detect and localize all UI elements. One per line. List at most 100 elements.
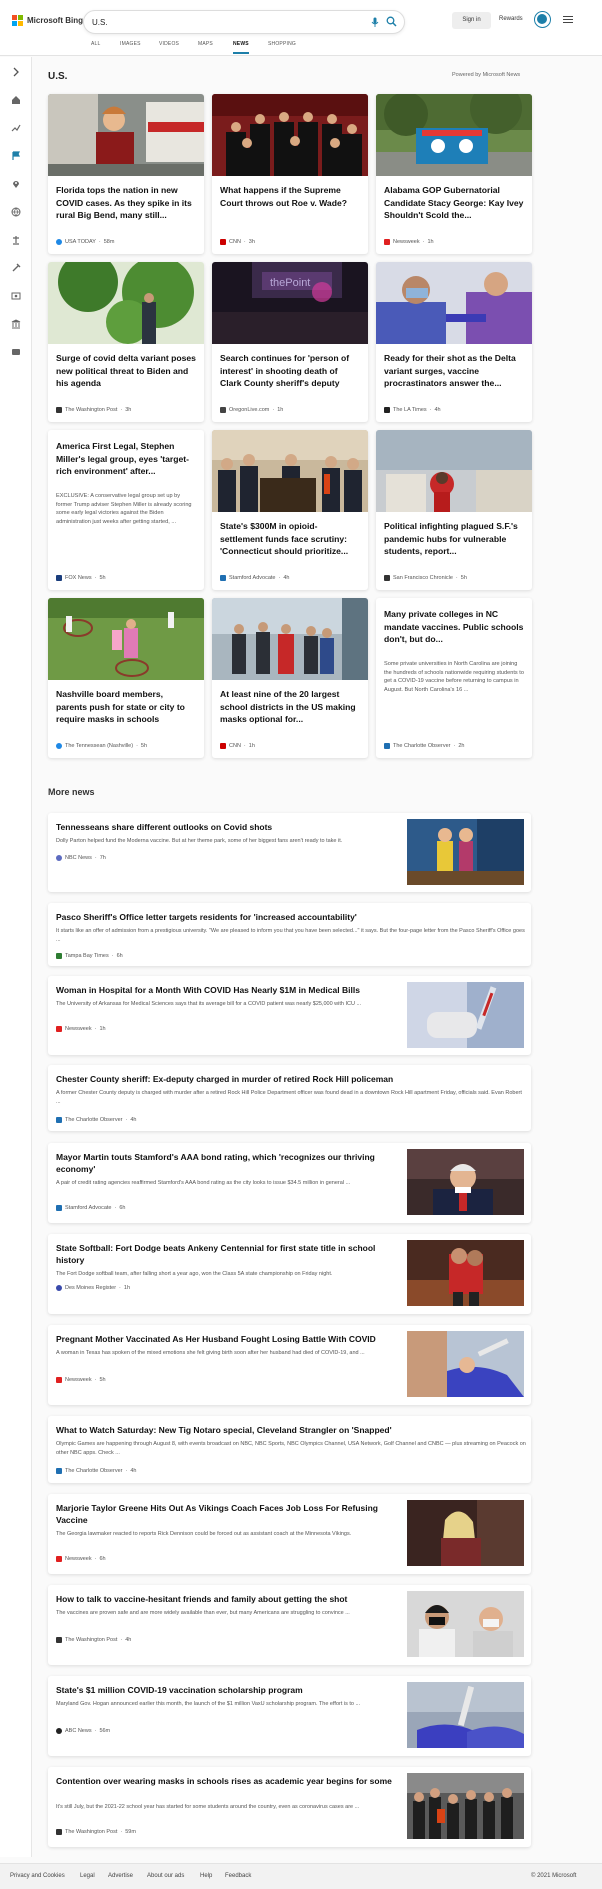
footer-link-legal[interactable]: Legal [80,1873,95,1879]
footer-link-advertise[interactable]: Advertise [108,1873,133,1879]
item-headline[interactable]: How to talk to vaccine-hesitant friends … [56,1593,396,1605]
card-headline[interactable]: Alabama GOP Gubernatorial Candidate Stac… [384,184,524,222]
item-thumbnail [407,1591,524,1657]
item-headline[interactable]: Contention over wearing masks in schools… [56,1775,396,1787]
footer-link-privacy[interactable]: Privacy and Cookies [10,1873,65,1879]
item-source: Newsweek · 6h [56,1556,106,1562]
time-ago: 1h [123,1285,131,1291]
card-headline[interactable]: Political infighting plagued S.F.'s pand… [384,520,524,558]
more-news-item[interactable]: How to talk to vaccine-hesitant friends … [48,1585,531,1665]
more-news-item[interactable]: Pasco Sheriff's Office letter targets re… [48,903,531,966]
more-news-item[interactable]: Mayor Martin touts Stamford's AAA bond r… [48,1143,531,1223]
more-news-item[interactable]: State's $1 million COVID-19 vaccination … [48,1676,531,1756]
tab-videos[interactable]: VIDEOS [159,41,179,47]
technology-icon[interactable] [11,347,21,357]
card-source: USA TODAY · 58m [56,238,114,246]
item-headline[interactable]: Chester County sheriff: Ex-deputy charge… [56,1073,516,1085]
card-headline[interactable]: State's $300M in opioid-settlement funds… [220,520,360,558]
card-headline[interactable]: Many private colleges in NC mandate vacc… [384,608,524,646]
news-card[interactable]: Nashville board members, parents push fo… [48,598,204,758]
time-ago: 5h [99,1377,106,1383]
card-headline[interactable]: Surge of covid delta variant poses new p… [56,352,196,390]
news-card[interactable]: Many private colleges in NC mandate vacc… [376,598,532,758]
expand-arrow-icon[interactable] [11,67,21,77]
news-card[interactable]: Florida tops the nation in new COVID cas… [48,94,204,254]
item-headline[interactable]: Marjorie Taylor Greene Hits Out As Vikin… [56,1502,396,1526]
more-news-item[interactable]: Tennesseans share different outlooks on … [48,813,531,892]
card-headline[interactable]: Florida tops the nation in new COVID cas… [56,184,196,222]
rewards-link[interactable]: Rewards [499,16,523,22]
business-icon[interactable] [11,319,21,329]
more-news-item[interactable]: Chester County sheriff: Ex-deputy charge… [48,1065,531,1131]
tab-maps[interactable]: MAPS [198,41,213,47]
tab-news[interactable]: NEWS [233,41,249,54]
card-headline[interactable]: What happens if the Supreme Court throws… [220,184,360,209]
item-headline[interactable]: Mayor Martin touts Stamford's AAA bond r… [56,1151,396,1175]
powered-by-label[interactable]: Powered by Microsoft News [452,72,520,78]
rewards-icon[interactable] [534,11,551,28]
news-card[interactable]: At least nine of the 20 largest school d… [212,598,368,758]
card-source: The Washington Post · 3h [56,406,131,414]
tab-shopping[interactable]: SHOPPING [268,41,296,47]
bing-logo[interactable]: Microsoft Bing [12,15,83,26]
footer-link-feedback[interactable]: Feedback [225,1873,251,1879]
card-headline[interactable]: America First Legal, Stephen Miller's le… [56,440,196,478]
footer-link-about-ads[interactable]: About our ads [147,1873,184,1879]
more-news-item[interactable]: Pregnant Mother Vaccinated As Her Husban… [48,1325,531,1405]
search-input[interactable]: U.S. [92,18,108,27]
card-headline[interactable]: Search continues for 'person of interest… [220,352,360,390]
more-news-item[interactable]: State Softball: Fort Dodge beats Ankeny … [48,1234,531,1314]
sign-in-button[interactable]: Sign in [452,12,491,29]
card-headline[interactable]: Ready for their shot as the Delta varian… [384,352,524,390]
news-card[interactable]: Alabama GOP Gubernatorial Candidate Stac… [376,94,532,254]
news-card[interactable]: thePoint Search continues for 'person of… [212,262,368,422]
trending-icon[interactable] [11,123,21,133]
section-title: U.S. [48,71,68,82]
dot-separator: · [429,407,432,413]
card-source: The LA Times · 4h [384,406,441,414]
item-headline[interactable]: Woman in Hospital for a Month With COVID… [56,984,396,996]
local-pin-icon[interactable] [11,179,21,189]
card-headline[interactable]: At least nine of the 20 largest school d… [220,688,360,726]
dot-separator: · [243,743,246,749]
menu-icon[interactable] [563,16,573,25]
item-headline[interactable]: State's $1 million COVID-19 vaccination … [56,1684,396,1696]
home-icon[interactable] [11,95,21,105]
news-card[interactable]: State's $300M in opioid-settlement funds… [212,430,368,590]
search-box[interactable]: U.S. [83,10,405,34]
tab-images[interactable]: IMAGES [120,41,141,47]
item-headline[interactable]: State Softball: Fort Dodge beats Ankeny … [56,1242,396,1266]
item-headline[interactable]: Pasco Sheriff's Office letter targets re… [56,911,516,923]
news-card[interactable]: Surge of covid delta variant poses new p… [48,262,204,422]
time-ago: 56m [99,1728,111,1734]
science-icon[interactable] [11,263,21,273]
news-image [376,262,532,344]
politics-icon[interactable] [11,235,21,245]
more-news-item[interactable]: What to Watch Saturday: New Tig Notaro s… [48,1416,531,1483]
us-flag-icon[interactable] [11,151,21,161]
bing-news-page: { "header": { "brand": "Microsoft Bing",… [0,0,602,1889]
entertainment-icon[interactable] [11,291,21,301]
search-icon[interactable] [386,16,397,27]
item-headline[interactable]: Pregnant Mother Vaccinated As Her Husban… [56,1333,396,1345]
card-headline[interactable]: Nashville board members, parents push fo… [56,688,196,726]
news-card[interactable]: What happens if the Supreme Court throws… [212,94,368,254]
more-news-item[interactable]: Contention over wearing masks in schools… [48,1767,531,1847]
header-bar: Microsoft Bing U.S. Sign in Rewards ALL … [0,0,602,56]
news-card[interactable]: America First Legal, Stephen Miller's le… [48,430,204,590]
item-headline[interactable]: Tennesseans share different outlooks on … [56,821,396,833]
tab-all[interactable]: ALL [91,41,101,47]
card-description: EXCLUSIVE: A conservative legal group se… [56,493,192,525]
item-headline[interactable]: What to Watch Saturday: New Tig Notaro s… [56,1424,516,1436]
news-image [48,598,204,680]
world-icon[interactable] [11,207,21,217]
news-card[interactable]: Political infighting plagued S.F.'s pand… [376,430,532,590]
item-thumbnail [407,1682,524,1748]
microphone-icon[interactable] [371,17,379,28]
more-news-item[interactable]: Woman in Hospital for a Month With COVID… [48,976,531,1055]
news-card[interactable]: Ready for their shot as the Delta varian… [376,262,532,422]
tennessean-logo-icon [56,743,62,749]
footer-link-help[interactable]: Help [200,1873,212,1879]
item-source: Des Moines Register · 1h [56,1285,130,1291]
more-news-item[interactable]: Marjorie Taylor Greene Hits Out As Vikin… [48,1494,531,1574]
